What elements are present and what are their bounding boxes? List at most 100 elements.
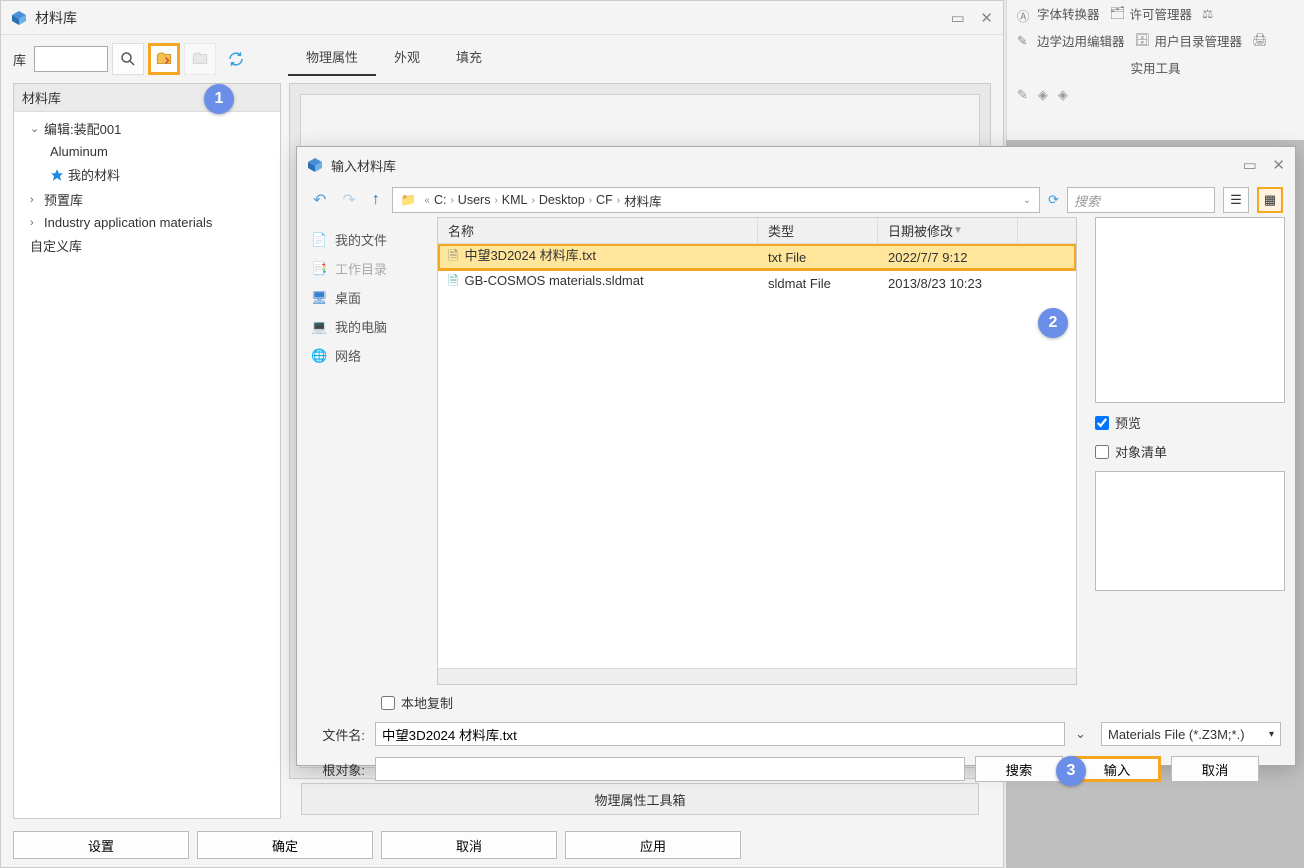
nav-up-icon[interactable]: ↑ bbox=[368, 189, 384, 211]
col-header-type[interactable]: 类型 bbox=[758, 218, 878, 243]
col-header-name[interactable]: 名称 bbox=[438, 218, 758, 243]
view-list-button[interactable]: ☰ bbox=[1223, 187, 1249, 213]
font-converter-tool[interactable]: Ⓐ字体转换器 bbox=[1017, 4, 1100, 23]
library-tree: ⌄编辑:装配001 Aluminum 我的材料 ›预置库 ›Industry a… bbox=[14, 112, 280, 262]
side-icon-row: ✎ ◈ ◈ bbox=[1007, 81, 1304, 109]
close-main-icon[interactable]: ✕ bbox=[980, 10, 993, 27]
file-list-scrollbar[interactable] bbox=[438, 668, 1076, 684]
dialog-app-icon bbox=[307, 157, 323, 173]
diamond-icon-1[interactable]: ◈ bbox=[1038, 87, 1048, 103]
callout-3: 3 bbox=[1056, 756, 1086, 786]
dialog-title: 输入材料库 bbox=[331, 156, 1231, 175]
cancel-main-button[interactable]: 取消 bbox=[381, 831, 557, 859]
preview-box bbox=[1095, 217, 1285, 403]
tree-item-my-material[interactable]: 我的材料 bbox=[14, 162, 280, 187]
view-thumb-button[interactable]: ▦ bbox=[1257, 187, 1283, 213]
preview-checkbox[interactable]: 预览 bbox=[1095, 413, 1285, 432]
dialog-feedback-icon[interactable]: ▭ bbox=[1243, 157, 1257, 174]
dialog-cancel-button[interactable]: 取消 bbox=[1171, 756, 1259, 782]
breadcrumb-dropdown-icon[interactable]: ⌄ bbox=[1023, 195, 1031, 206]
tree-item-industry[interactable]: ›Industry application materials bbox=[14, 212, 280, 233]
tree-item-preset-lib[interactable]: ›预置库 bbox=[14, 187, 280, 212]
dialog-open-button[interactable]: 输入 bbox=[1073, 756, 1161, 782]
main-toolbar: 库 物理属性 外观 填充 bbox=[1, 35, 1003, 83]
lib-input[interactable] bbox=[34, 46, 108, 72]
places-panel: 📄我的文件 📑工作目录 🖥桌面 💻我的电脑 🌐网络 bbox=[297, 217, 437, 685]
wand-icon[interactable]: ✎ bbox=[1017, 87, 1028, 103]
user-dir-tool[interactable]: 🗄用户目录管理器 bbox=[1135, 31, 1243, 50]
import-library-button[interactable] bbox=[148, 43, 180, 75]
side-group-label: 实用工具 bbox=[1007, 54, 1304, 81]
misc-tool-1[interactable]: ⚖ bbox=[1202, 6, 1218, 22]
sldmat-file-icon: 🗎 bbox=[448, 273, 458, 288]
export-library-button[interactable] bbox=[184, 43, 216, 75]
misc-tool-2[interactable]: 🖨 bbox=[1252, 33, 1268, 49]
tab-fill[interactable]: 填充 bbox=[438, 39, 500, 76]
file-list: 名称 类型 日期被修改 ▼ 🗎中望3D2024 材料库.txt txt File… bbox=[437, 217, 1077, 685]
dialog-titlebar: 输入材料库 ▭ ✕ bbox=[297, 147, 1295, 183]
crumb-matlib[interactable]: 材料库 bbox=[624, 191, 662, 210]
file-list-header: 名称 类型 日期被修改 ▼ bbox=[438, 218, 1076, 244]
place-computer[interactable]: 💻我的电脑 bbox=[301, 312, 433, 341]
breadcrumb-bar[interactable]: 📁 « C:› Users› KML› Desktop› CF› 材料库 ⌄ bbox=[392, 187, 1040, 213]
preview-pane: 预览 对象清单 bbox=[1085, 217, 1295, 685]
root-input[interactable] bbox=[375, 757, 965, 781]
crumb-desktop[interactable]: Desktop bbox=[539, 193, 585, 207]
lib-label: 库 bbox=[13, 50, 26, 69]
place-network[interactable]: 🌐网络 bbox=[301, 341, 433, 370]
star-icon bbox=[50, 168, 64, 182]
dialog-nav-row: ↶ ↷ ↑ 📁 « C:› Users› KML› Desktop› CF› 材… bbox=[297, 183, 1295, 217]
tree-item-edit-assembly[interactable]: ⌄编辑:装配001 bbox=[14, 116, 280, 141]
dialog-search-button[interactable]: 搜索 bbox=[975, 756, 1063, 782]
main-window-title: 材料库 bbox=[35, 8, 939, 28]
objlist-checkbox[interactable]: 对象清单 bbox=[1095, 442, 1285, 461]
refresh-button[interactable] bbox=[220, 43, 252, 75]
crumb-cf[interactable]: CF bbox=[596, 193, 613, 207]
main-bottom-buttons: 设置 确定 取消 应用 bbox=[1, 823, 1003, 867]
nav-back-icon[interactable]: ↶ bbox=[309, 188, 330, 212]
apply-button[interactable]: 应用 bbox=[565, 831, 741, 859]
feedback-icon[interactable]: ▭ bbox=[951, 10, 965, 27]
txt-file-icon: 🗎 bbox=[448, 248, 458, 263]
tab-physical[interactable]: 物理属性 bbox=[288, 39, 376, 76]
side-tools-panel: Ⓐ字体转换器 🗂许可管理器 ⚖ ✎边学边用编辑器 🗄用户目录管理器 🖨 实用工具… bbox=[1006, 0, 1304, 140]
filename-dropdown-icon[interactable]: ⌄ bbox=[1075, 726, 1086, 742]
nav-forward-icon[interactable]: ↷ bbox=[338, 188, 359, 212]
tree-item-aluminum[interactable]: Aluminum bbox=[14, 141, 280, 162]
place-myfiles[interactable]: 📄我的文件 bbox=[301, 225, 433, 254]
dialog-search-input[interactable]: 搜索 bbox=[1067, 187, 1215, 213]
crumb-c[interactable]: C: bbox=[434, 193, 447, 207]
app-cube-icon bbox=[11, 10, 27, 26]
main-titlebar: 材料库 ▭ ✕ bbox=[1, 1, 1003, 35]
license-manager-tool[interactable]: 🗂许可管理器 bbox=[1110, 4, 1193, 23]
tab-appearance[interactable]: 外观 bbox=[376, 39, 438, 76]
crumb-kml[interactable]: KML bbox=[502, 193, 528, 207]
edge-editor-tool[interactable]: ✎边学边用编辑器 bbox=[1017, 31, 1125, 50]
filename-input[interactable] bbox=[375, 722, 1065, 746]
dialog-refresh-icon[interactable]: ⟳ bbox=[1048, 192, 1059, 208]
ok-button[interactable]: 确定 bbox=[197, 831, 373, 859]
crumb-users[interactable]: Users bbox=[458, 193, 491, 207]
place-workdir[interactable]: 📑工作目录 bbox=[301, 254, 433, 283]
folder-icon: 📁 bbox=[401, 193, 417, 208]
filetype-combo[interactable]: Materials File (*.Z3M;*.)▾ bbox=[1101, 722, 1281, 746]
open-file-dialog: 输入材料库 ▭ ✕ ↶ ↷ ↑ 📁 « C:› Users› KML› Desk… bbox=[296, 146, 1296, 766]
tree-item-custom-lib[interactable]: 自定义库 bbox=[14, 233, 280, 258]
search-button[interactable] bbox=[112, 43, 144, 75]
library-tree-panel: 材料库 ⌄编辑:装配001 Aluminum 我的材料 ›预置库 ›Indust… bbox=[13, 83, 281, 819]
file-row[interactable]: 🗎GB-COSMOS materials.sldmat sldmat File … bbox=[438, 270, 1076, 296]
col-header-date[interactable]: 日期被修改 ▼ bbox=[878, 218, 1018, 243]
place-desktop[interactable]: 🖥桌面 bbox=[301, 283, 433, 312]
filename-label: 文件名: bbox=[311, 725, 365, 744]
dialog-close-icon[interactable]: ✕ bbox=[1272, 157, 1285, 174]
file-row-selected[interactable]: 🗎中望3D2024 材料库.txt txt File 2022/7/7 9:12 bbox=[438, 244, 1076, 270]
callout-2: 2 bbox=[1038, 308, 1068, 338]
root-label: 根对象: bbox=[311, 760, 365, 779]
object-list-box bbox=[1095, 471, 1285, 591]
local-copy-checkbox[interactable]: 本地复制 bbox=[381, 693, 1281, 712]
callout-1: 1 bbox=[204, 84, 234, 114]
dialog-footer: 本地复制 文件名: ⌄ Materials File (*.Z3M;*.)▾ 根… bbox=[297, 685, 1295, 790]
diamond-icon-2[interactable]: ◈ bbox=[1058, 87, 1068, 103]
settings-button[interactable]: 设置 bbox=[13, 831, 189, 859]
tree-panel-header: 材料库 bbox=[14, 84, 280, 112]
